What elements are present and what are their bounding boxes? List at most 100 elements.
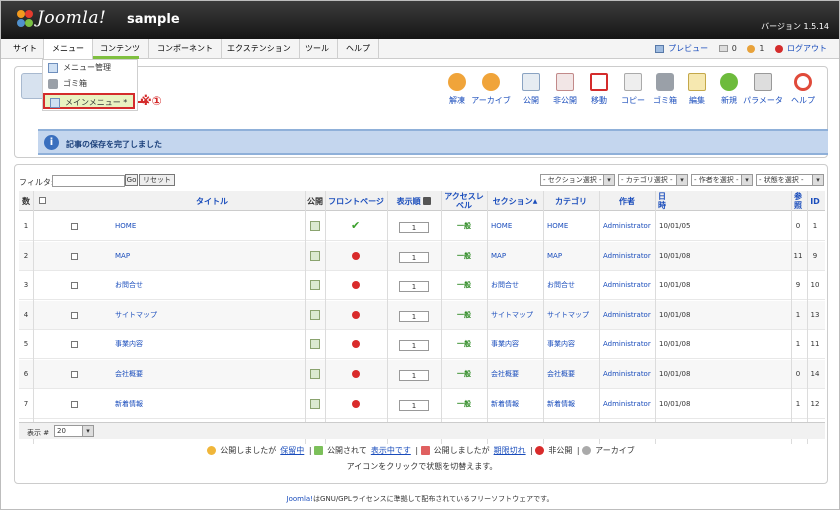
state-select[interactable]: - 状態を選択 -	[756, 174, 824, 186]
published-icon[interactable]	[310, 309, 320, 320]
frontpage-no-icon[interactable]	[352, 370, 360, 378]
published-icon[interactable]	[310, 398, 320, 409]
col-title[interactable]: タイトル	[119, 191, 305, 211]
order-input[interactable]: 1	[399, 310, 429, 322]
col-order[interactable]: 表示順	[387, 191, 441, 211]
dropdown-item-menu-manager[interactable]: メニュー管理	[43, 60, 137, 76]
category-link[interactable]: 会社概要	[547, 360, 575, 389]
row-checkbox[interactable]	[71, 400, 78, 408]
col-section[interactable]: セクション ▲	[487, 191, 543, 211]
section-link[interactable]: MAP	[491, 242, 506, 271]
display-number-select[interactable]: 20	[54, 425, 94, 437]
access-level-link[interactable]: 一般	[441, 330, 487, 359]
frontpage-no-icon[interactable]	[352, 251, 360, 260]
row-checkbox[interactable]	[71, 252, 78, 260]
archive-button[interactable]: アーカイブ	[471, 73, 511, 113]
select-all-checkbox[interactable]	[39, 197, 46, 204]
access-level-link[interactable]: 一般	[441, 390, 487, 419]
row-title-link[interactable]: 新着情報	[115, 390, 143, 419]
author-link[interactable]: Administrator	[603, 212, 651, 241]
author-select[interactable]: - 作者を選択 -	[691, 174, 753, 186]
section-link[interactable]: 事業内容	[491, 330, 519, 359]
frontpage-no-icon[interactable]	[352, 340, 360, 349]
row-checkbox[interactable]	[71, 311, 78, 319]
dropdown-item-main-menu[interactable]: メインメニュー *	[43, 93, 135, 109]
access-level-link[interactable]: 一般	[441, 360, 487, 389]
frontpage-no-icon[interactable]	[352, 399, 360, 408]
section-link[interactable]: サイトマップ	[491, 301, 533, 330]
section-link[interactable]: お問合せ	[491, 271, 519, 300]
category-link[interactable]: HOME	[547, 212, 568, 241]
menu-help[interactable]: ヘルプ	[338, 39, 379, 59]
col-frontpage[interactable]: フロントページ	[325, 191, 387, 211]
published-icon[interactable]	[310, 221, 320, 231]
col-access[interactable]: アクセスレベル	[441, 191, 487, 211]
parameters-button[interactable]: パラメータ	[743, 73, 783, 113]
frontpage-no-icon[interactable]	[352, 310, 360, 319]
published-icon[interactable]	[310, 339, 320, 350]
row-checkbox[interactable]	[71, 371, 78, 378]
row-title-link[interactable]: 会社概要	[115, 360, 143, 389]
users-count[interactable]: 1	[759, 44, 764, 53]
menu-extensions[interactable]: エクステンション	[219, 39, 300, 59]
published-icon[interactable]	[310, 280, 320, 291]
menu-components[interactable]: コンポーネント	[149, 39, 222, 59]
author-link[interactable]: Administrator	[603, 271, 651, 300]
section-select[interactable]: - セクション選択 -	[540, 174, 615, 186]
frontpage-yes-icon[interactable]: ✔	[351, 220, 360, 232]
category-link[interactable]: 事業内容	[547, 330, 575, 359]
col-date[interactable]: 日時	[655, 191, 669, 211]
menu-tools[interactable]: ツール	[297, 39, 338, 59]
row-title-link[interactable]: サイトマップ	[115, 301, 157, 330]
row-title-link[interactable]: HOME	[115, 212, 136, 241]
category-link[interactable]: お問合せ	[547, 271, 575, 300]
row-title-link[interactable]: お問合せ	[115, 271, 143, 300]
author-link[interactable]: Administrator	[603, 330, 651, 359]
author-link[interactable]: Administrator	[603, 301, 651, 330]
preview-link[interactable]: プレビュー	[668, 44, 708, 53]
order-input[interactable]: 1	[399, 281, 429, 293]
logout-link[interactable]: ログアウト	[787, 44, 827, 53]
access-level-link[interactable]: 一般	[441, 212, 487, 241]
row-title-link[interactable]: MAP	[115, 242, 130, 271]
author-link[interactable]: Administrator	[603, 242, 651, 271]
category-link[interactable]: 新着情報	[547, 390, 575, 419]
row-checkbox[interactable]	[71, 282, 78, 290]
col-hits[interactable]: 参照	[791, 191, 805, 211]
author-link[interactable]: Administrator	[603, 390, 651, 419]
order-input[interactable]: 1	[399, 340, 429, 352]
published-icon[interactable]	[310, 250, 320, 261]
help-button[interactable]: ヘルプ	[783, 73, 823, 113]
save-order-icon[interactable]	[423, 197, 432, 205]
access-level-link[interactable]: 一般	[441, 271, 487, 300]
col-published[interactable]: 公開	[305, 191, 325, 211]
row-title-link[interactable]: 事業内容	[115, 330, 143, 359]
filter-reset-button[interactable]: リセット	[139, 174, 175, 186]
published-icon[interactable]	[310, 369, 320, 379]
filter-go-button[interactable]: Go	[125, 174, 138, 186]
filter-input[interactable]	[52, 175, 125, 187]
category-select[interactable]: - カテゴリ選択 -	[618, 174, 688, 186]
section-link[interactable]: HOME	[491, 212, 512, 241]
order-input[interactable]: 1	[399, 399, 429, 411]
row-checkbox[interactable]	[71, 223, 78, 230]
menu-site[interactable]: サイト	[5, 39, 46, 59]
author-link[interactable]: Administrator	[603, 360, 651, 389]
menu-menus[interactable]: メニュー	[43, 39, 93, 59]
section-link[interactable]: 会社概要	[491, 360, 519, 389]
frontpage-no-icon[interactable]	[352, 281, 360, 290]
dropdown-item-trash[interactable]: ゴミ箱	[43, 76, 137, 92]
joomla-link[interactable]: Joomla!	[287, 495, 314, 503]
messages-count[interactable]: 0	[732, 44, 737, 53]
col-category[interactable]: カテゴリ	[543, 191, 599, 211]
access-level-link[interactable]: 一般	[441, 242, 487, 271]
order-input[interactable]: 1	[399, 222, 429, 233]
order-input[interactable]: 1	[399, 251, 429, 263]
category-link[interactable]: サイトマップ	[547, 301, 589, 330]
col-author[interactable]: 作者	[599, 191, 655, 211]
access-level-link[interactable]: 一般	[441, 301, 487, 330]
section-link[interactable]: 新着情報	[491, 390, 519, 419]
col-id[interactable]: ID	[807, 191, 823, 211]
category-link[interactable]: MAP	[547, 242, 562, 271]
row-checkbox[interactable]	[71, 341, 78, 349]
